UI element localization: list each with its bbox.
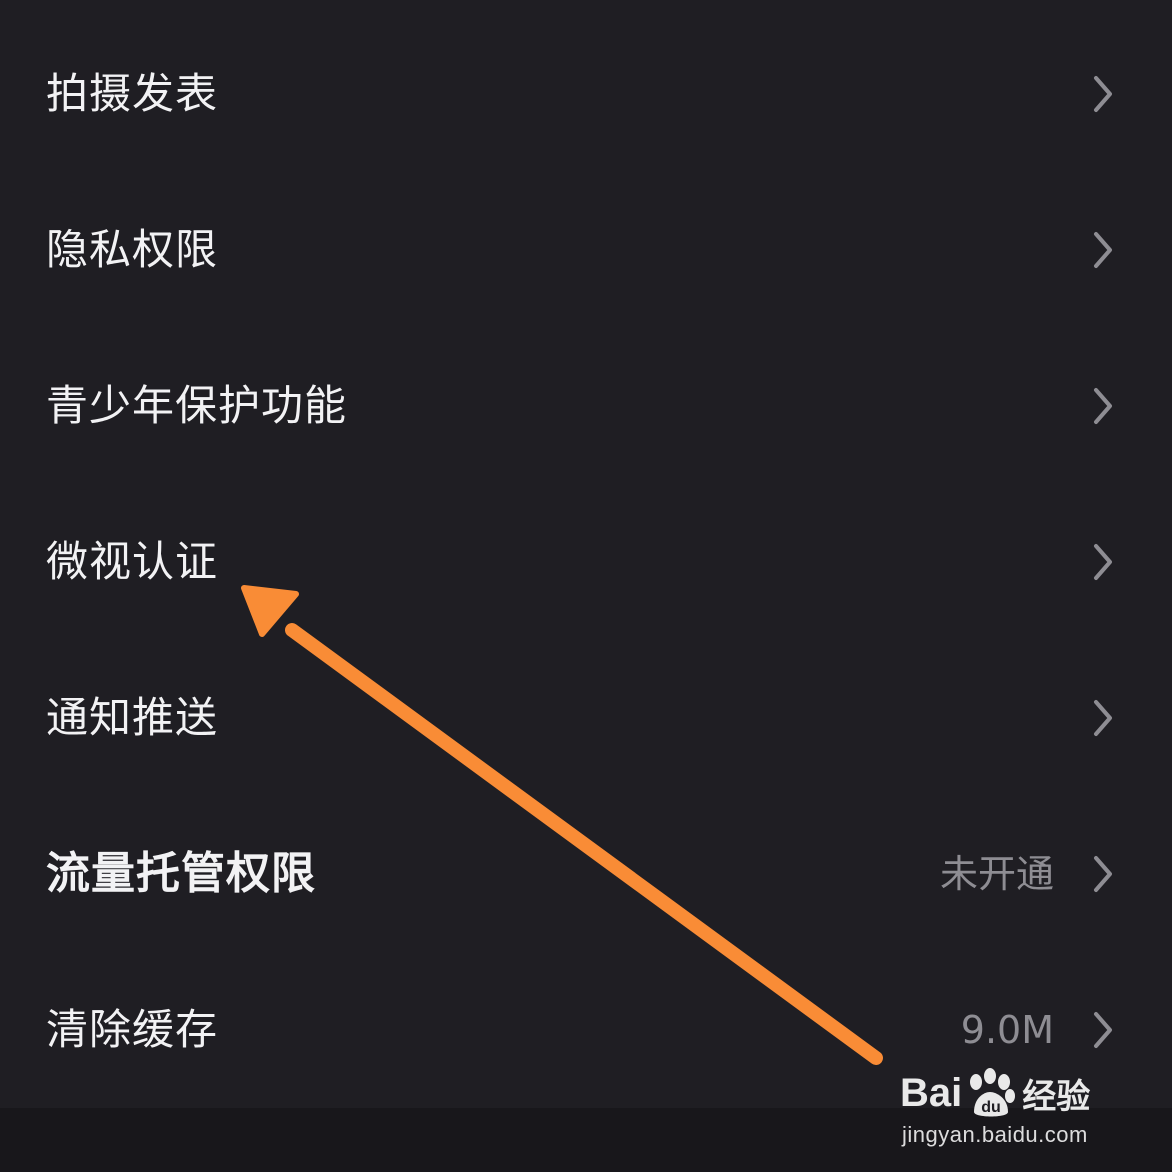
settings-item-value: 未开通	[939, 852, 1054, 896]
settings-item-label: 通知推送	[46, 693, 219, 742]
settings-item-label: 拍摄发表	[46, 69, 219, 118]
bottom-strip	[0, 1108, 1172, 1172]
settings-item-value: 9.0M	[960, 1008, 1054, 1052]
settings-item-label: 流量托管权限	[46, 848, 316, 899]
chevron-right-icon	[1094, 700, 1112, 736]
chevron-right-icon	[1094, 1012, 1112, 1048]
settings-item-shoot-publish[interactable]: 拍摄发表	[0, 16, 1172, 172]
settings-item-label: 青少年保护功能	[46, 381, 348, 430]
settings-item-notifications[interactable]: 通知推送	[0, 640, 1172, 796]
settings-item-traffic-hosting[interactable]: 流量托管权限 未开通	[0, 796, 1172, 952]
settings-item-label: 隐私权限	[46, 225, 219, 274]
chevron-right-icon	[1094, 856, 1112, 892]
settings-item-label: 微视认证	[46, 537, 219, 586]
settings-item-clear-cache[interactable]: 清除缓存 9.0M	[0, 952, 1172, 1108]
settings-item-label: 清除缓存	[46, 1005, 219, 1054]
chevron-right-icon	[1094, 388, 1112, 424]
chevron-right-icon	[1094, 544, 1112, 580]
settings-item-privacy[interactable]: 隐私权限	[0, 172, 1172, 328]
settings-screen: 拍摄发表 隐私权限 青少年保护功能 微视认证 通知推送 流量托管权限 未开通 清…	[0, 0, 1172, 1172]
settings-item-youth-protection[interactable]: 青少年保护功能	[0, 328, 1172, 484]
chevron-right-icon	[1094, 232, 1112, 268]
chevron-right-icon	[1094, 76, 1112, 112]
settings-item-weishi-verification[interactable]: 微视认证	[0, 484, 1172, 640]
